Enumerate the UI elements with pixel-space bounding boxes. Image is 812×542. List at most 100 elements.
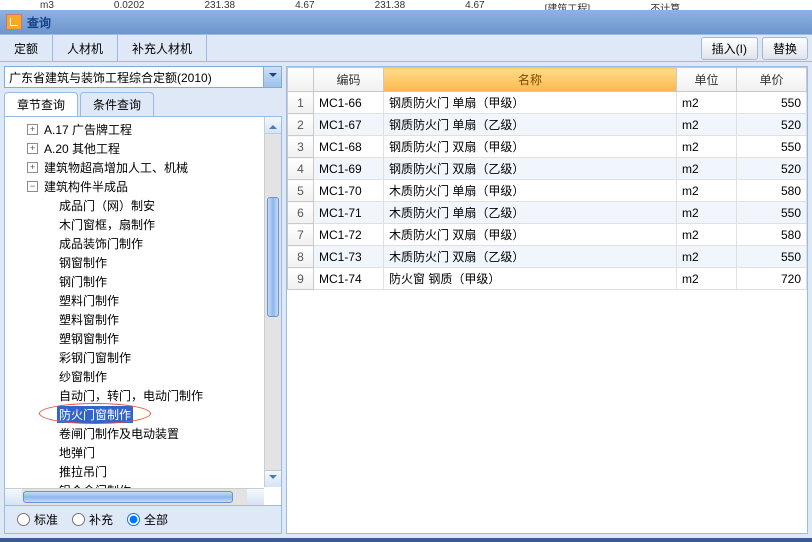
table-row[interactable]: 8MC1-73木质防火门 双扇（乙级）m2550 [288,246,807,268]
radio-all[interactable]: 全部 [127,511,168,528]
filter-radios: 标准 补充 全部 [4,506,282,534]
norm-select[interactable] [4,66,282,88]
row-number: 1 [288,92,314,114]
norm-input[interactable] [4,66,264,88]
statusbar [0,538,812,542]
table-row[interactable]: 6MC1-71木质防火门 单扇（乙级）m2550 [288,202,807,224]
tree-node[interactable]: 成品装饰门制作 [5,234,281,253]
expand-icon[interactable]: + [27,143,38,154]
table-row[interactable]: 4MC1-69钢质防火门 双扇（乙级）m2520 [288,158,807,180]
row-number: 3 [288,136,314,158]
col-code[interactable]: 编码 [314,68,384,92]
tree-node[interactable]: −建筑构件半成品 [5,177,281,196]
col-rownum[interactable] [288,68,314,92]
subtab-condition[interactable]: 条件查询 [80,92,154,116]
tree-node-label: 钢门制作 [57,273,109,290]
cell-code: MC1-72 [314,224,384,246]
cell-unit: m2 [677,268,737,290]
tree-vscrollbar[interactable] [264,117,281,487]
scroll-thumb[interactable] [267,197,279,317]
tree-hscrollbar[interactable] [5,488,264,505]
cell-price: 550 [737,246,807,268]
tree-node[interactable]: 塑钢窗制作 [5,329,281,348]
tree-node[interactable]: 纱窗制作 [5,367,281,386]
cell-price: 520 [737,158,807,180]
table-row[interactable]: 2MC1-67钢质防火门 单扇（乙级）m2520 [288,114,807,136]
tree-node[interactable]: 推拉吊门 [5,462,281,481]
tree-node[interactable]: 地弹门 [5,443,281,462]
cell-code: MC1-67 [314,114,384,136]
titlebar[interactable]: 查询 [0,10,812,34]
cell-name: 钢质防火门 双扇（甲级） [384,136,677,158]
row-number: 5 [288,180,314,202]
tab-rcj[interactable]: 人材机 [53,35,118,61]
tree-node[interactable]: 塑料窗制作 [5,310,281,329]
cell-unit: m2 [677,180,737,202]
scroll-left-icon[interactable] [5,489,22,505]
tree-node[interactable]: 木门窗框，扇制作 [5,215,281,234]
radio-supplement[interactable]: 补充 [72,511,113,528]
chevron-down-icon[interactable] [264,66,282,88]
cell-price: 550 [737,136,807,158]
tree-node[interactable]: 钢门制作 [5,272,281,291]
table-row[interactable]: 3MC1-68钢质防火门 双扇（甲级）m2550 [288,136,807,158]
tree-node[interactable]: 卷闸门制作及电动装置 [5,424,281,443]
tree-node[interactable]: 钢窗制作 [5,253,281,272]
collapse-icon[interactable]: − [27,181,38,192]
tree-node-label: 成品门（网）制安 [57,197,157,214]
scroll-down-icon[interactable] [265,470,281,487]
cell-code: MC1-66 [314,92,384,114]
main-tabs: 定额 人材机 补充人材机 插入(I) 替换 [0,34,812,62]
replace-button[interactable]: 替换 [762,37,808,60]
cell-code: MC1-71 [314,202,384,224]
table-row[interactable]: 7MC1-72木质防火门 双扇（甲级）m2580 [288,224,807,246]
col-price[interactable]: 单价 [737,68,807,92]
row-number: 4 [288,158,314,180]
tree-node-label: 自动门，转门，电动门制作 [57,387,205,404]
tree-node[interactable]: 塑料门制作 [5,291,281,310]
tree-node-label: 成品装饰门制作 [57,235,145,252]
tree-node-label: 塑钢窗制作 [57,330,121,347]
cell-name: 木质防火门 双扇（甲级） [384,224,677,246]
tab-quota[interactable]: 定额 [0,35,53,61]
table-row[interactable]: 9MC1-74防火窗 钢质（甲级）m2720 [288,268,807,290]
cell-unit: m2 [677,246,737,268]
tree-node[interactable]: 自动门，转门，电动门制作 [5,386,281,405]
cell-name: 钢质防火门 双扇（乙级） [384,158,677,180]
tree-node[interactable]: + A.17 广告牌工程 [5,120,281,139]
scroll-up-icon[interactable] [265,117,281,134]
tree-node[interactable]: +A.20 其他工程 [5,139,281,158]
subtab-chapter[interactable]: 章节查询 [4,92,78,116]
tree-node[interactable]: +建筑物超高增加人工、机械 [5,158,281,177]
tree-node-label: A.17 广告牌工程 [42,121,134,138]
scroll-thumb[interactable] [23,491,233,503]
tree-node-label: 钢窗制作 [57,254,109,271]
tree-node[interactable]: 防火门窗制作 [5,405,281,424]
table-row[interactable]: 5MC1-70木质防火门 单扇（甲级）m2580 [288,180,807,202]
cell-unit: m2 [677,114,737,136]
tree-node-label: 木门窗框，扇制作 [57,216,157,233]
col-unit[interactable]: 单位 [677,68,737,92]
expand-icon[interactable]: + [27,124,38,135]
cell-code: MC1-73 [314,246,384,268]
tree-node[interactable]: 彩钢门窗制作 [5,348,281,367]
cell-price: 550 [737,202,807,224]
tree-node-label: 防火门窗制作 [57,406,133,423]
col-name[interactable]: 名称 [384,68,677,92]
table-row[interactable]: 1MC1-66钢质防火门 单扇（甲级）m2550 [288,92,807,114]
cell-unit: m2 [677,92,737,114]
cell-name: 木质防火门 双扇（乙级） [384,246,677,268]
insert-button[interactable]: 插入(I) [701,37,758,60]
tree-node-label: 卷闸门制作及电动装置 [57,425,181,442]
row-number: 8 [288,246,314,268]
app-icon [6,14,22,30]
expand-icon[interactable]: + [27,162,38,173]
cell-code: MC1-74 [314,268,384,290]
cell-price: 580 [737,180,807,202]
chapter-tree[interactable]: + A.17 广告牌工程+A.20 其他工程+建筑物超高增加人工、机械−建筑构件半… [5,117,281,501]
tab-supp[interactable]: 补充人材机 [118,35,207,61]
radio-standard[interactable]: 标准 [17,511,58,528]
tree-node[interactable]: 成品门（网）制安 [5,196,281,215]
cell-unit: m2 [677,136,737,158]
scroll-right-icon[interactable] [247,489,264,505]
